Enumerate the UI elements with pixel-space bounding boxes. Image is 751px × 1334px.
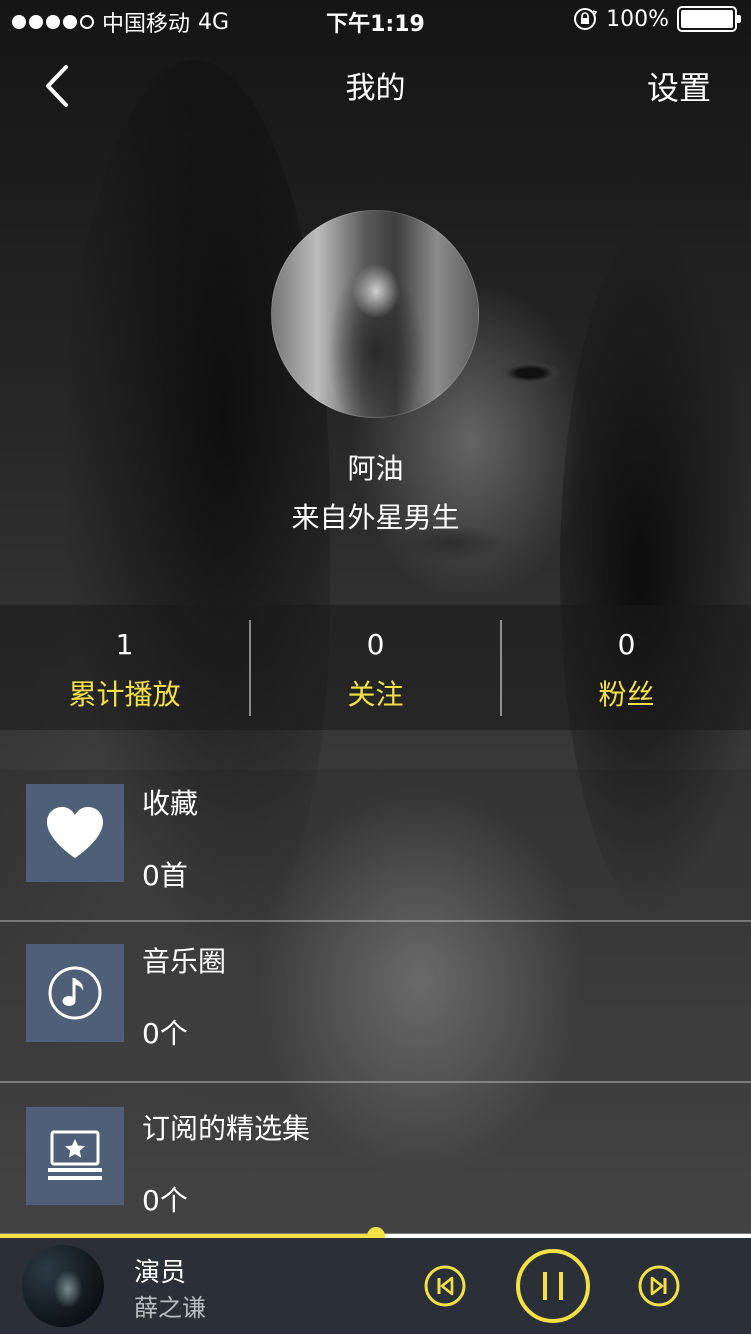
stat-plays-label: 累计播放 <box>68 677 181 711</box>
battery-percent: 100% <box>606 6 669 32</box>
previous-track-button[interactable] <box>424 1265 466 1307</box>
song-title: 演员 <box>134 1258 187 1288</box>
list-item-count: 0个 <box>142 1184 188 1217</box>
artist-name: 薛之谦 <box>134 1294 206 1322</box>
settings-button[interactable]: 设置 <box>647 63 711 109</box>
profile-screen: 中国移动 4G 下午1:19 100% 我的 设置 阿油 来自外星男生 1 累计… <box>0 0 751 1334</box>
list-item-music-circle[interactable]: 音乐圈 0个 <box>0 922 751 1083</box>
battery-icon <box>677 6 741 32</box>
profile-list: 收藏 0首 音乐圈 0个 订阅的精选集 0个 <box>0 770 751 1235</box>
rotation-lock-icon <box>574 8 598 30</box>
stat-following[interactable]: 0 关注 <box>249 619 500 716</box>
next-icon <box>638 1265 680 1307</box>
heart-icon <box>26 784 124 882</box>
mini-player[interactable]: 演员 薛之谦 <box>0 1238 751 1334</box>
next-track-button[interactable] <box>638 1265 680 1307</box>
previous-icon <box>424 1265 466 1307</box>
album-art[interactable] <box>22 1245 104 1327</box>
pause-button[interactable] <box>515 1248 591 1324</box>
stat-followers-label: 粉丝 <box>598 677 655 711</box>
stat-plays-value: 1 <box>115 627 134 661</box>
star-collection-icon <box>26 1107 124 1205</box>
page-title: 我的 <box>345 71 406 106</box>
stats-bar: 1 累计播放 0 关注 0 粉丝 <box>0 605 751 730</box>
profile-bio: 来自外星男生 <box>291 501 460 534</box>
profile-name: 阿油 <box>347 452 404 485</box>
list-item-favorites[interactable]: 收藏 0首 <box>0 770 751 922</box>
stat-following-label: 关注 <box>347 677 404 711</box>
status-bar: 中国移动 4G 下午1:19 100% <box>0 0 751 40</box>
stat-followers-value: 0 <box>617 627 636 661</box>
list-item-title: 订阅的精选集 <box>142 1112 311 1145</box>
avatar[interactable] <box>271 210 479 418</box>
list-item-count: 0个 <box>142 1017 188 1050</box>
nav-bar: 我的 设置 <box>0 55 751 115</box>
list-item-title: 收藏 <box>142 787 199 820</box>
stat-following-value: 0 <box>366 627 385 661</box>
list-item-count: 0首 <box>142 859 188 892</box>
music-note-icon <box>26 944 124 1042</box>
stat-followers[interactable]: 0 粉丝 <box>500 619 751 716</box>
stat-plays[interactable]: 1 累计播放 <box>0 620 249 716</box>
list-item-subscriptions[interactable]: 订阅的精选集 0个 <box>0 1083 751 1235</box>
pause-icon <box>516 1249 590 1323</box>
list-item-title: 音乐圈 <box>142 945 227 978</box>
